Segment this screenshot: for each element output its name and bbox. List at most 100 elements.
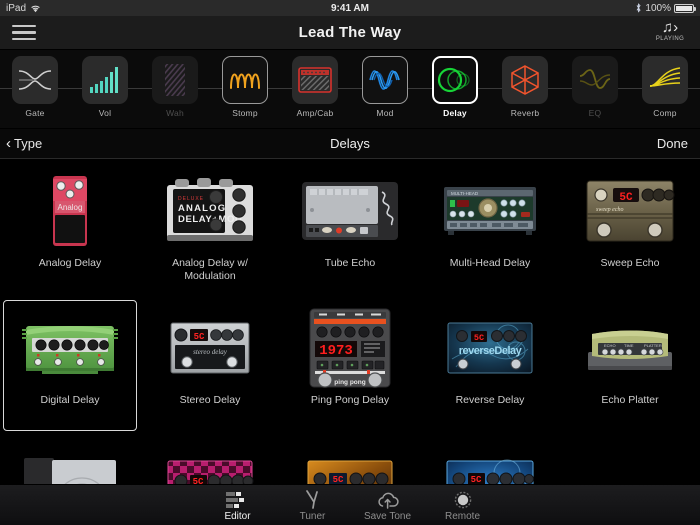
chain-block-stomp[interactable]: Stomp [210,50,280,118]
grid-item-ping-pong-delay[interactable]: 1973 ping p [280,296,420,433]
chain-block-gate[interactable]: Gate [0,50,70,118]
pedal-art-sweep-echo: 5C sweep echo [574,169,686,253]
chain-block-mod[interactable]: Mod [350,50,420,118]
svg-text:Analog: Analog [58,203,83,212]
wah-icon [152,56,198,104]
svg-text:5C: 5C [193,477,204,484]
chain-label-comp: Comp [653,108,676,118]
page-title: Lead The Way [0,24,700,41]
pedal-art-stereo-delay: 5C stereo delay [154,306,266,390]
bottom-tab-bar: Editor Tuner Save Tone [0,484,700,525]
grid-item-tape-echo[interactable]: 5C [420,433,560,484]
grid-item-label: Digital Delay [8,394,133,407]
chain-block-vol[interactable]: Vol [70,50,140,118]
app-title-bar: Lead The Way ♫› PLAYING [0,16,700,50]
status-bar-right: 100% [635,3,694,14]
remote-knob-icon [454,489,472,509]
delay-model-grid-scroll[interactable]: Analog Analog Delay [0,159,700,484]
chain-label-ampcab: Amp/Cab [297,108,334,118]
pedal-art-tube-echo [294,169,406,253]
tab-editor[interactable]: Editor [200,489,275,522]
svg-text:PLATTER: PLATTER [644,343,662,348]
volume-bars-icon [82,56,128,104]
chain-label-gate: Gate [25,108,44,118]
grid-item-label: Echo Platter [568,394,693,407]
grid-item-empty[interactable] [560,433,700,484]
tab-label-editor: Editor [224,511,250,522]
svg-text:TIME: TIME [624,343,634,348]
grid-item-analog-delay[interactable]: Analog Analog Delay [0,159,140,296]
chain-label-delay: Delay [443,108,467,118]
battery-percent-label: 100% [645,3,671,14]
chain-block-delay[interactable]: Delay [420,50,490,118]
chain-block-ampcab[interactable]: Amp/Cab [280,50,350,118]
delay-circles-icon [432,56,478,104]
cloud-upload-icon [376,489,400,509]
grid-item-echo-platter[interactable]: ECHOTIMEPLATTER Echo Platter [560,296,700,433]
amp-cabinet-icon [292,56,338,104]
grid-item-auto-volume-echo[interactable]: 5C [140,433,280,484]
svg-text:5C: 5C [194,332,205,342]
chain-block-comp[interactable]: Comp [630,50,700,118]
chain-label-vol: Vol [99,108,111,118]
pedal-art-ping-pong-delay: 1973 ping p [294,306,406,390]
pedal-art-echo-platter: ECHOTIMEPLATTER [574,306,686,390]
grid-item-label: Multi-Head Delay [428,257,553,270]
bluetooth-icon [635,3,642,13]
modulation-icon [362,56,408,104]
pedal-art-tape-echo: 5C [434,443,546,484]
svg-text:reverseDelay: reverseDelay [459,345,523,357]
reverb-cube-icon [502,56,548,104]
app-root: iPad 9:41 AM 100% Lead The Wa [0,0,700,525]
pedal-art-auto-volume-echo: 5C [154,443,266,484]
pedal-art-vintage-digital: 5C [294,443,406,484]
grid-item-multi-head-delay[interactable]: MULTI-HEAD [420,159,560,296]
tab-tuner[interactable]: Tuner [275,489,350,522]
grid-item-label: Analog Delay w/ Modulation [148,257,273,283]
grid-item-reverse-delay[interactable]: 5C reverseDelay Reverse Delay [420,296,560,433]
pedal-art-empty [574,443,686,484]
grid-item-stereo-delay[interactable]: 5C stereo delay Stereo Delay [140,296,280,433]
grid-item-label: Analog Delay [8,257,133,270]
svg-text:sweep echo: sweep echo [596,207,624,213]
editor-blocks-icon [226,489,250,509]
grid-item-label: Reverse Delay [428,394,553,407]
tab-save-tone[interactable]: Save Tone [350,489,425,522]
grid-item-vintage-digital[interactable]: 5C [280,433,420,484]
nav-title: Delays [0,136,700,151]
playing-indicator[interactable]: ♫› PLAYING [648,20,692,42]
grid-item-digital-delay[interactable]: Digital Delay [0,296,140,433]
chain-block-reverb[interactable]: Reverb [490,50,560,118]
grid-item-tube-echo[interactable]: Tube Echo [280,159,420,296]
tab-remote[interactable]: Remote [425,489,500,522]
navigation-bar: ‹ Type Delays Done [0,129,700,159]
playing-label: PLAYING [648,36,692,42]
grid-item-label: Stereo Delay [148,394,273,407]
music-note-play-icon: ♫› [648,20,692,35]
pedal-art-reverse-delay: 5C reverseDelay [434,306,546,390]
grid-item-label: Tube Echo [288,257,413,270]
done-button[interactable]: Done [657,136,688,151]
svg-text:DELUXE: DELUXE [178,196,204,202]
grid-item-label: Ping Pong Delay [288,394,413,407]
ios-status-bar: iPad 9:41 AM 100% [0,0,700,16]
tab-label-tuner: Tuner [300,511,326,522]
chain-label-mod: Mod [376,108,393,118]
pedal-art-digital-delay [14,306,126,390]
chain-label-reverb: Reverb [511,108,540,118]
grid-item-analog-delay-mod[interactable]: DELUXE ANALOG DELAY+MOD Analog Delay w/ … [140,159,280,296]
svg-text:MULTI-HEAD: MULTI-HEAD [451,191,479,196]
chain-label-wah: Wah [166,108,184,118]
delay-model-grid: Analog Analog Delay [0,159,700,484]
svg-text:1973: 1973 [319,343,353,359]
chain-block-eq[interactable]: EQ [560,50,630,118]
chain-block-wah[interactable]: Wah [140,50,210,118]
eq-curve-icon [572,56,618,104]
signal-chain-strip: Gate Vol [0,50,700,129]
svg-text:5C: 5C [333,475,344,484]
grid-item-sweep-echo[interactable]: 5C sweep echo Sweep Echo [560,159,700,296]
tuning-fork-icon [304,489,322,509]
compressor-icon [642,56,688,104]
grid-item-dynamic-delay[interactable] [0,433,140,484]
svg-text:5C: 5C [474,333,484,343]
